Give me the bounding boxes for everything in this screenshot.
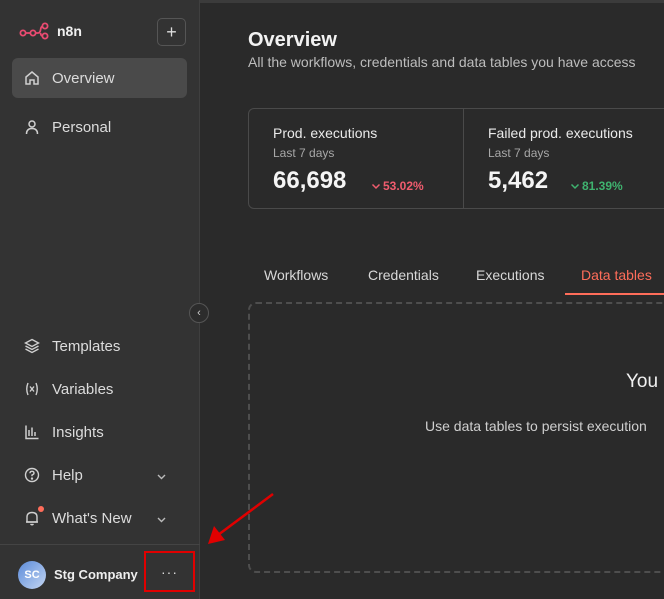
tab-data-tables[interactable]: Data tables bbox=[565, 258, 664, 295]
stat-change-value: 53.02% bbox=[383, 179, 424, 193]
empty-state-description: Use data tables to persist execution bbox=[425, 418, 647, 434]
sidebar-item-label: Personal bbox=[52, 118, 112, 136]
sidebar: n8n + Overview Personal Templates Variab… bbox=[0, 0, 200, 599]
sidebar-item-label: What's New bbox=[52, 509, 132, 527]
stat-value: 66,698 bbox=[273, 167, 347, 194]
stat-failed-prod-executions[interactable]: Failed prod. executions Last 7 days 5,46… bbox=[464, 109, 664, 208]
stat-title: Prod. executions bbox=[273, 125, 378, 141]
sidebar-item-label: Insights bbox=[52, 423, 104, 441]
chevron-down-icon bbox=[570, 183, 580, 190]
n8n-logo-icon bbox=[19, 22, 49, 40]
app-name: n8n bbox=[57, 23, 82, 39]
sidebar-item-label: Variables bbox=[52, 380, 114, 398]
stat-prod-executions[interactable]: Prod. executions Last 7 days 66,698 53.0… bbox=[249, 109, 463, 208]
sidebar-item-label: Help bbox=[52, 466, 83, 484]
collapse-sidebar-button[interactable]: ‹ bbox=[189, 303, 209, 323]
chevron-down-icon bbox=[371, 183, 381, 190]
home-icon bbox=[24, 70, 40, 86]
empty-state: You Use data tables to persist execution bbox=[248, 302, 664, 573]
page-subtitle: All the workflows, credentials and data … bbox=[248, 54, 636, 70]
chevron-down-icon bbox=[156, 469, 167, 486]
empty-state-title: You bbox=[626, 371, 659, 392]
annotation-arrow bbox=[208, 492, 274, 544]
user-menu-bar: SC Stg Company ··· bbox=[0, 544, 200, 599]
help-icon bbox=[24, 467, 40, 483]
sidebar-item-personal[interactable]: Personal bbox=[12, 107, 187, 147]
sidebar-item-label: Overview bbox=[52, 69, 115, 87]
tab-credentials[interactable]: Credentials bbox=[352, 258, 460, 295]
sidebar-item-label: Templates bbox=[52, 337, 121, 355]
templates-icon bbox=[24, 338, 40, 354]
stat-change: 81.39% bbox=[570, 179, 623, 193]
stat-period: Last 7 days bbox=[273, 146, 335, 160]
sidebar-item-variables[interactable]: Variables bbox=[12, 369, 187, 409]
stat-change-value: 81.39% bbox=[582, 179, 623, 193]
notification-dot bbox=[38, 506, 44, 512]
bell-icon bbox=[24, 506, 44, 526]
more-options-button[interactable]: ··· bbox=[144, 551, 195, 592]
app-logo[interactable]: n8n bbox=[19, 22, 82, 40]
stat-change: 53.02% bbox=[371, 179, 424, 193]
add-button[interactable]: + bbox=[157, 18, 186, 46]
insights-icon bbox=[24, 424, 40, 440]
chevron-down-icon bbox=[156, 512, 167, 529]
stat-period: Last 7 days bbox=[488, 146, 550, 160]
stats-panel: Prod. executions Last 7 days 66,698 53.0… bbox=[248, 108, 664, 209]
sidebar-item-help[interactable]: Help bbox=[12, 455, 187, 495]
page-title: Overview bbox=[248, 29, 337, 51]
tab-executions[interactable]: Executions bbox=[460, 258, 565, 295]
stat-value: 5,462 bbox=[488, 167, 549, 194]
sidebar-item-whats-new[interactable]: What's New bbox=[12, 498, 187, 538]
tab-bar: Workflows Credentials Executions Data ta… bbox=[248, 258, 664, 295]
user-icon bbox=[24, 119, 40, 135]
company-name: Stg Company bbox=[54, 567, 138, 582]
sidebar-item-templates[interactable]: Templates bbox=[12, 326, 187, 366]
variables-icon bbox=[24, 381, 40, 397]
stat-title: Failed prod. executions bbox=[488, 125, 633, 141]
sidebar-item-insights[interactable]: Insights bbox=[12, 412, 187, 452]
tab-workflows[interactable]: Workflows bbox=[248, 258, 352, 295]
avatar[interactable]: SC bbox=[18, 561, 46, 589]
sidebar-item-overview[interactable]: Overview bbox=[12, 58, 187, 98]
